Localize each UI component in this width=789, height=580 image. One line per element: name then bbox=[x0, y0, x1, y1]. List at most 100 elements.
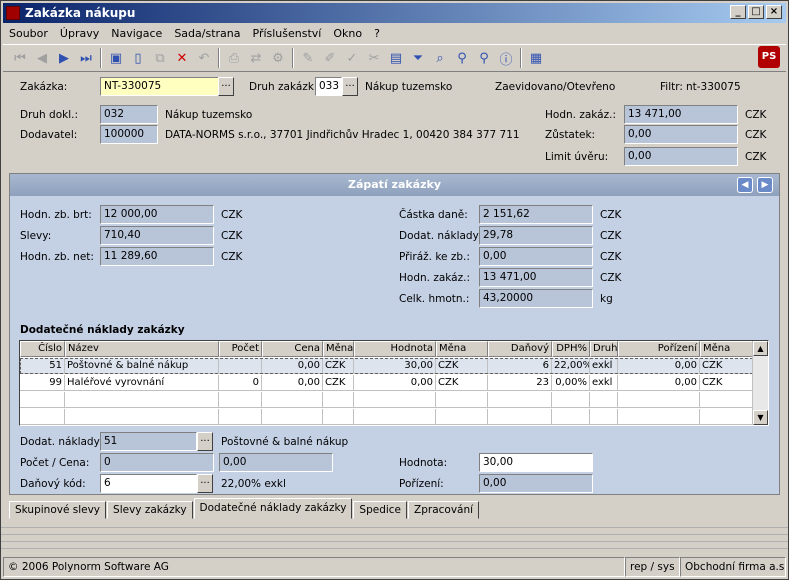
menu-upravy[interactable]: Úpravy bbox=[54, 27, 105, 40]
cell-druh: exkl bbox=[590, 358, 618, 374]
search-icon[interactable]: ⚲ bbox=[451, 47, 473, 69]
panel-next-icon[interactable]: ▶ bbox=[757, 177, 773, 193]
detail-hodnota-field[interactable]: 30,00 bbox=[479, 453, 593, 472]
menu-soubor[interactable]: Soubor bbox=[3, 27, 54, 40]
settings-icon[interactable]: ⚙ bbox=[267, 47, 289, 69]
detail-dodat-lookup-button[interactable]: ... bbox=[197, 432, 213, 451]
menu-okno[interactable]: Okno bbox=[327, 27, 368, 40]
druh-zakazk-lookup-button[interactable]: ... bbox=[342, 77, 358, 96]
menu-help[interactable]: ? bbox=[368, 27, 386, 40]
order-status: Zaevidovano/Otevřeno bbox=[495, 81, 616, 93]
castka-dane-field: 2 151,62 bbox=[479, 205, 593, 224]
calculator-icon[interactable]: ▦ bbox=[525, 47, 547, 69]
hodn-zakaz-field: 13 471,00 bbox=[624, 105, 738, 124]
zakazka-field[interactable]: NT-330075 bbox=[100, 77, 219, 96]
search-person-icon[interactable]: ⚲ bbox=[473, 47, 495, 69]
pen-icon[interactable]: ✐ bbox=[319, 47, 341, 69]
check-icon[interactable]: ✓ bbox=[341, 47, 363, 69]
col-porizeni[interactable]: Pořízení bbox=[618, 341, 700, 357]
last-record-icon[interactable]: ⏭ bbox=[75, 47, 97, 69]
detail-hodnota-label: Hodnota: bbox=[399, 457, 448, 469]
tools-icon[interactable]: ✂ bbox=[363, 47, 385, 69]
new-document-icon[interactable]: ▯ bbox=[127, 47, 149, 69]
filter-icon[interactable]: ⏷ bbox=[407, 47, 429, 69]
panel-prev-icon[interactable]: ◀ bbox=[737, 177, 753, 193]
next-record-icon[interactable]: ▶ bbox=[53, 47, 75, 69]
tab-dodatecne-naklady[interactable]: Dodatečné náklady zakázky bbox=[193, 498, 353, 519]
table-row[interactable] bbox=[20, 409, 753, 425]
zakazka-label: Zakázka: bbox=[20, 81, 68, 93]
currency-label: CZK bbox=[600, 209, 622, 221]
col-mena-3[interactable]: Měna bbox=[700, 341, 753, 357]
document-icon[interactable]: ▤ bbox=[385, 47, 407, 69]
scroll-down-icon[interactable]: ▼ bbox=[753, 410, 768, 425]
currency-label: CZK bbox=[221, 230, 243, 242]
undo-icon[interactable]: ↶ bbox=[193, 47, 215, 69]
detail-cena-field[interactable]: 0,00 bbox=[219, 453, 333, 472]
col-mena-2[interactable]: Měna bbox=[436, 341, 488, 357]
menu-sada-strana[interactable]: Sada/strana bbox=[168, 27, 246, 40]
save-icon[interactable]: ▣ bbox=[105, 47, 127, 69]
scroll-up-icon[interactable]: ▲ bbox=[753, 341, 768, 356]
currency-label: CZK bbox=[745, 129, 767, 141]
detail-dodat-field[interactable]: 51 bbox=[100, 432, 197, 451]
tab-spedice[interactable]: Spedice bbox=[353, 501, 408, 519]
close-button[interactable]: × bbox=[766, 5, 782, 19]
minimize-button[interactable]: _ bbox=[730, 5, 746, 19]
toolbar-separator bbox=[292, 48, 294, 68]
cell-porizeni: 0,00 bbox=[618, 358, 700, 374]
detail-porizeni-field[interactable]: 0,00 bbox=[479, 474, 593, 493]
edit-icon[interactable]: ✎ bbox=[297, 47, 319, 69]
currency-label: CZK bbox=[600, 230, 622, 242]
detail-dodat-label: Dodat. náklady: bbox=[20, 436, 103, 448]
col-danovy-kod[interactable]: Daňový kód bbox=[488, 341, 552, 357]
priraz-field: 0,00 bbox=[479, 247, 593, 266]
zakazka-lookup-button[interactable]: ... bbox=[218, 77, 234, 96]
toolbar-separator bbox=[218, 48, 220, 68]
tab-slevy-zakazky[interactable]: Slevy zakázky bbox=[107, 501, 193, 519]
tab-skupinove-slevy[interactable]: Skupinové slevy bbox=[9, 501, 107, 519]
col-hodnota[interactable]: Hodnota bbox=[354, 341, 436, 357]
menu-navigace[interactable]: Navigace bbox=[105, 27, 168, 40]
print-icon[interactable]: ⎙ bbox=[223, 47, 245, 69]
detail-dan-field[interactable]: 6 bbox=[100, 474, 197, 493]
panel-title: Zápatí zakázky bbox=[10, 174, 779, 196]
col-pocet[interactable]: Počet bbox=[219, 341, 262, 357]
transfer-icon[interactable]: ⇄ bbox=[245, 47, 267, 69]
col-druh[interactable]: Druh bbox=[590, 341, 618, 357]
cell-cena: 0,00 bbox=[262, 358, 323, 374]
copy-icon[interactable]: ⧉ bbox=[149, 47, 171, 69]
druh-zakazk-field[interactable]: 033 bbox=[315, 77, 342, 96]
zustatek-label: Zůstatek: bbox=[545, 129, 596, 141]
prev-record-icon[interactable]: ◀ bbox=[31, 47, 53, 69]
slevy-label: Slevy: bbox=[20, 230, 52, 242]
col-nazev[interactable]: Název bbox=[65, 341, 219, 357]
dodavatel-label: Dodavatel: bbox=[20, 129, 78, 141]
first-record-icon[interactable]: ⏮ bbox=[9, 47, 31, 69]
info-icon[interactable]: ⓘ bbox=[495, 47, 517, 69]
col-cislo[interactable]: Číslo bbox=[20, 341, 65, 357]
delete-icon[interactable]: ✕ bbox=[171, 47, 193, 69]
maximize-button[interactable]: □ bbox=[748, 5, 764, 19]
cell-danovy-kod: 6 bbox=[488, 358, 552, 374]
tab-zpracovani[interactable]: Zpracování bbox=[408, 501, 480, 519]
currency-label: CZK bbox=[600, 272, 622, 284]
table-scrollbar[interactable]: ▲ ▼ bbox=[752, 341, 768, 425]
col-mena[interactable]: Měna bbox=[323, 341, 354, 357]
detail-pocet-field[interactable]: 0 bbox=[100, 453, 214, 472]
currency-label: CZK bbox=[745, 151, 767, 163]
detail-dan-lookup-button[interactable]: ... bbox=[197, 474, 213, 493]
status-copyright: © 2006 Polynorm Software AG bbox=[3, 557, 625, 577]
col-cena[interactable]: Cena bbox=[262, 341, 323, 357]
table-row[interactable]: 51 Poštovné & balné nákup 0,00 CZK 30,00… bbox=[20, 358, 753, 374]
cell-dph: 22,00% bbox=[552, 358, 590, 374]
table-row[interactable]: 99 Haléřové vyrovnání 0 0,00 CZK 0,00 CZ… bbox=[20, 375, 753, 391]
col-dph[interactable]: DPH% bbox=[552, 341, 590, 357]
dodavatel-field: 100000 bbox=[100, 125, 158, 144]
title-bar: Zakázka nákupu _ □ × bbox=[3, 3, 786, 23]
table-row[interactable] bbox=[20, 392, 753, 408]
limit-field: 0,00 bbox=[624, 147, 738, 166]
search-list-icon[interactable]: ⌕ bbox=[429, 47, 451, 69]
currency-label: CZK bbox=[221, 209, 243, 221]
menu-prislusenstvi[interactable]: Příslušenství bbox=[247, 27, 328, 40]
